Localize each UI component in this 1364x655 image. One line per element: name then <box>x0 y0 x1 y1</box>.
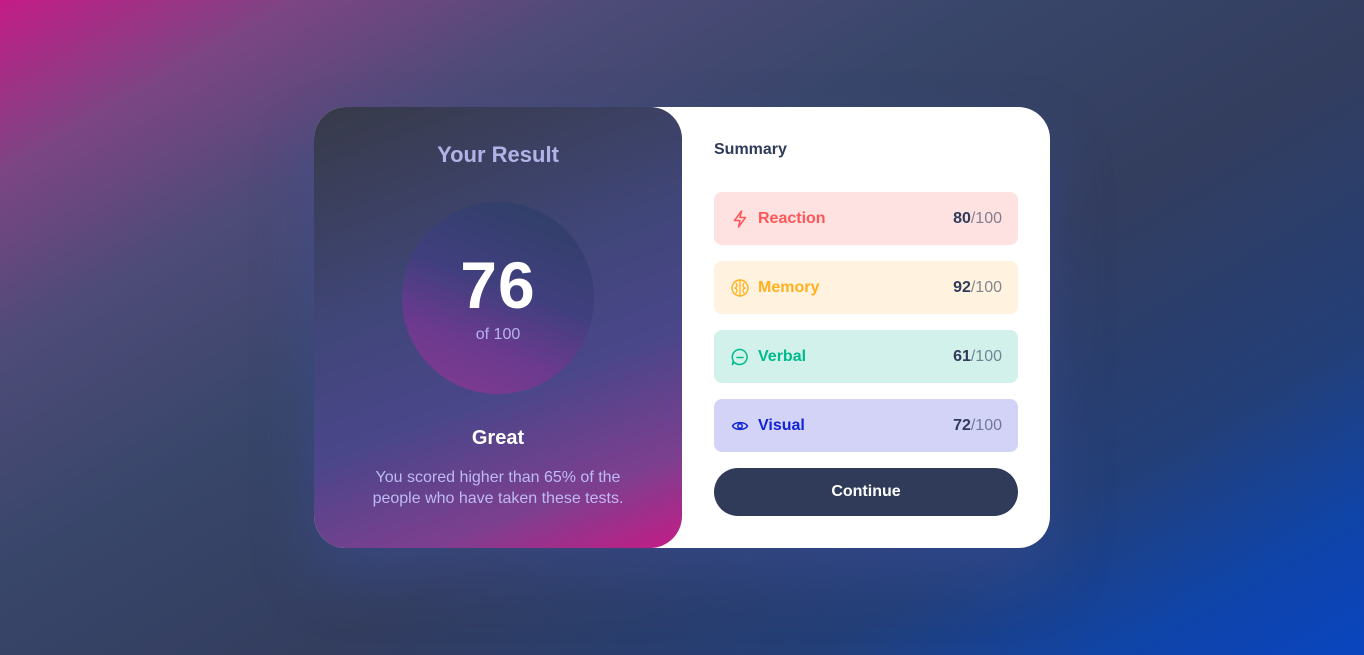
brain-icon <box>730 278 750 298</box>
score-value: 76 <box>460 248 536 322</box>
summary-item-verbal: Verbal 61/100 <box>714 330 1018 383</box>
results-card: Your Result 76 of 100 Great You scored h… <box>314 107 1050 548</box>
summary-item-label: Visual <box>758 416 805 434</box>
summary-panel: Summary Reaction 80/100 Memory 92/100 Ve… <box>682 107 1050 548</box>
result-panel: Your Result 76 of 100 Great You scored h… <box>314 107 682 548</box>
continue-button[interactable]: Continue <box>714 468 1018 516</box>
summary-item-score: 92/100 <box>953 278 1002 296</box>
summary-title: Summary <box>714 141 787 158</box>
rating-label: Great <box>471 427 525 449</box>
result-title: Your Result <box>437 142 559 167</box>
summary-item-label: Memory <box>758 278 820 296</box>
summary-item-score: 72/100 <box>953 416 1002 434</box>
eye-icon <box>730 416 750 436</box>
score-max: of 100 <box>475 326 521 343</box>
summary-item-label: Verbal <box>758 347 807 365</box>
summary-item-score: 80/100 <box>953 209 1002 227</box>
result-description: You scored higher than 65% of the people… <box>372 469 624 507</box>
summary-item-reaction: Reaction 80/100 <box>714 192 1018 245</box>
summary-item-score: 61/100 <box>953 347 1002 365</box>
summary-item-memory: Memory 92/100 <box>714 261 1018 314</box>
score-circle: 76 of 100 <box>402 202 594 394</box>
summary-item-visual: Visual 72/100 <box>714 399 1018 452</box>
chat-bubble-icon <box>730 347 750 367</box>
summary-item-label: Reaction <box>758 209 826 227</box>
lightning-icon <box>730 209 750 229</box>
